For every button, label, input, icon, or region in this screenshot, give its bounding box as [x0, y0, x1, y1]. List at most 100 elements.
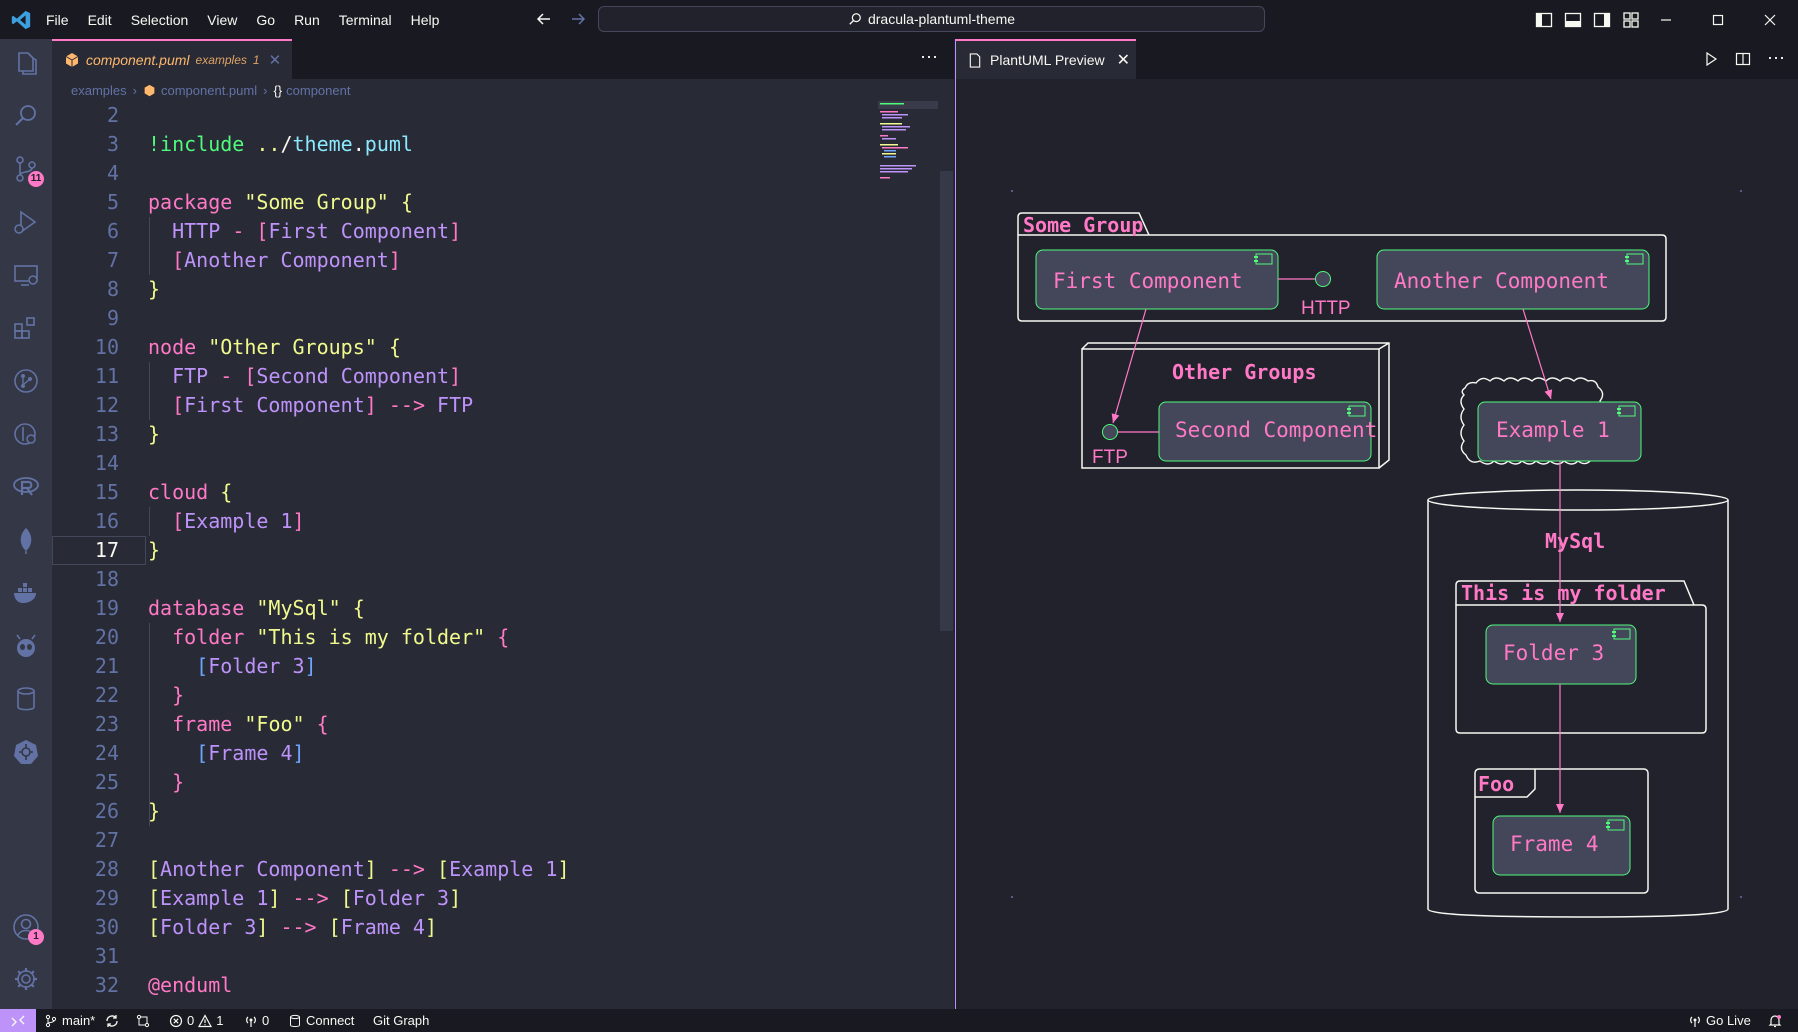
gitlens-button[interactable] — [10, 418, 42, 450]
remote-indicator[interactable] — [0, 1009, 36, 1032]
code-line[interactable]: 19 database "MySql" { — [52, 594, 932, 623]
code-line[interactable]: 6 HTTP - [First Component] — [52, 217, 932, 246]
more-actions-icon[interactable]: ⋯ — [1767, 48, 1785, 69]
code-line[interactable]: 8} — [52, 275, 932, 304]
close-tab-icon[interactable]: ✕ — [269, 51, 282, 69]
menu-run[interactable]: Run — [294, 12, 320, 28]
accounts-button[interactable]: 1 — [10, 911, 44, 945]
code-line[interactable]: 21 [Folder 3] — [52, 652, 932, 681]
git-graph-button[interactable] — [10, 365, 42, 397]
code-line[interactable]: 9 — [52, 304, 932, 333]
vscode-logo-icon[interactable] — [10, 9, 32, 31]
menu-selection[interactable]: Selection — [131, 12, 189, 28]
connect-status[interactable]: Connect — [288, 1009, 354, 1032]
code-line[interactable]: 16 [Example 1] — [52, 507, 932, 536]
line-number: 18 — [94, 567, 119, 591]
code-line[interactable]: 27 — [52, 826, 932, 855]
remote-explorer-button[interactable] — [10, 259, 42, 291]
code-line[interactable]: 17} — [52, 536, 932, 565]
code-line[interactable]: 14 — [52, 449, 932, 478]
gitlens-status[interactable] — [136, 1009, 150, 1032]
code-line[interactable]: 24 [Frame 4] — [52, 739, 932, 768]
code-line[interactable]: 4 — [52, 159, 932, 188]
minimize-icon[interactable] — [1656, 10, 1676, 30]
warning-icon — [198, 1013, 213, 1027]
ports-status[interactable]: 0 — [244, 1009, 269, 1032]
menu-edit[interactable]: Edit — [88, 12, 112, 28]
menu-view[interactable]: View — [207, 12, 237, 28]
code-line[interactable]: 13} — [52, 420, 932, 449]
notifications-button[interactable] — [1768, 1009, 1782, 1032]
menu-go[interactable]: Go — [256, 12, 275, 28]
code-line[interactable]: 26} — [52, 797, 932, 826]
toggle-primary-sidebar-icon[interactable] — [1534, 10, 1554, 30]
customize-layout-icon[interactable] — [1621, 10, 1641, 30]
database-button[interactable] — [10, 683, 42, 715]
toggle-secondary-sidebar-icon[interactable] — [1592, 10, 1612, 30]
code-line[interactable]: 28 [Another Component] --> [Example 1] — [52, 855, 932, 884]
toggle-panel-icon[interactable] — [1563, 10, 1583, 30]
breadcrumb-symbol[interactable]: component — [286, 83, 350, 98]
menu-file[interactable]: File — [46, 12, 69, 28]
menu-help[interactable]: Help — [411, 12, 440, 28]
vertical-scrollbar[interactable] — [939, 101, 954, 1009]
manage-button[interactable] — [10, 963, 42, 995]
run-icon[interactable] — [1703, 51, 1719, 67]
split-editor-icon[interactable] — [1735, 51, 1751, 67]
docker-button[interactable] — [10, 577, 42, 609]
code-token: ] — [304, 654, 317, 678]
code-area[interactable]: 2 3 !include ../theme.puml 4 5 package "Some … — [52, 101, 954, 1009]
code-line[interactable]: 20 folder "This is my folder" { — [52, 623, 932, 652]
breadcrumb-file[interactable]: component.puml — [161, 83, 257, 98]
run-debug-button[interactable] — [10, 206, 42, 238]
problems-status[interactable]: 0 1 — [169, 1009, 223, 1032]
code-line[interactable]: 15 cloud { — [52, 478, 932, 507]
tab-component-puml[interactable]: component.puml examples 1 ✕ — [52, 39, 292, 79]
code-line[interactable]: 7 [Another Component] — [52, 246, 932, 275]
code-line[interactable]: 5 package "Some Group" { — [52, 188, 932, 217]
code-line[interactable]: 12 [First Component] --> FTP — [52, 391, 932, 420]
close-window-icon[interactable] — [1760, 10, 1780, 30]
code-line[interactable]: 31 — [52, 942, 932, 971]
breadcrumb-folder[interactable]: examples — [71, 83, 127, 98]
indent-guide — [149, 739, 150, 768]
branch-status[interactable]: main* — [44, 1009, 95, 1032]
command-center-search[interactable]: dracula-plantuml-theme — [598, 6, 1265, 32]
tab-plantuml-preview[interactable]: PlantUML Preview ✕ — [956, 39, 1136, 79]
line-number: 2 — [106, 103, 119, 127]
forward-arrow-icon[interactable] — [568, 8, 588, 30]
code-line[interactable]: 11 FTP - [Second Component] — [52, 362, 932, 391]
code-line[interactable]: 10 node "Other Groups" { — [52, 333, 932, 362]
scrollbar-thumb[interactable] — [940, 171, 953, 631]
sync-button[interactable] — [105, 1009, 119, 1032]
code-line[interactable]: 23 frame "Foo" { — [52, 710, 932, 739]
mongodb-button[interactable] — [10, 524, 42, 556]
code-line[interactable]: 25 } — [52, 768, 932, 797]
code-line[interactable]: 30 [Folder 3] --> [Frame 4] — [52, 913, 932, 942]
alien-extension-button[interactable] — [10, 630, 42, 662]
menu-terminal[interactable]: Terminal — [339, 12, 392, 28]
back-arrow-icon[interactable] — [534, 8, 554, 30]
code-line[interactable]: 32 @enduml — [52, 971, 932, 1000]
maximize-icon[interactable] — [1708, 10, 1728, 30]
explorer-button[interactable] — [10, 47, 42, 79]
code-line[interactable]: 29 [Example 1] --> [Folder 3] — [52, 884, 932, 913]
minimap[interactable] — [878, 101, 938, 221]
code-line[interactable]: 22 } — [52, 681, 932, 710]
git-compare-icon — [136, 1014, 150, 1027]
git-graph-status[interactable]: Git Graph — [373, 1009, 429, 1032]
code-line[interactable]: 3 !include ../theme.puml — [52, 130, 932, 159]
code-line[interactable]: 18 — [52, 565, 932, 594]
kubernetes-button[interactable] — [10, 736, 42, 768]
go-live-status[interactable]: Go Live — [1688, 1009, 1751, 1032]
code-token: HTTP — [172, 219, 221, 243]
more-actions-icon[interactable]: ⋯ — [920, 47, 938, 68]
source-control-button[interactable]: 11 — [10, 153, 44, 187]
search-button[interactable] — [10, 100, 42, 132]
folder-3-component: Folder 3 — [1485, 624, 1637, 685]
code-line[interactable]: 2 — [52, 101, 932, 130]
extensions-button[interactable] — [10, 312, 42, 344]
close-tab-icon[interactable]: ✕ — [1117, 50, 1130, 70]
r-extension-button[interactable] — [10, 471, 42, 503]
